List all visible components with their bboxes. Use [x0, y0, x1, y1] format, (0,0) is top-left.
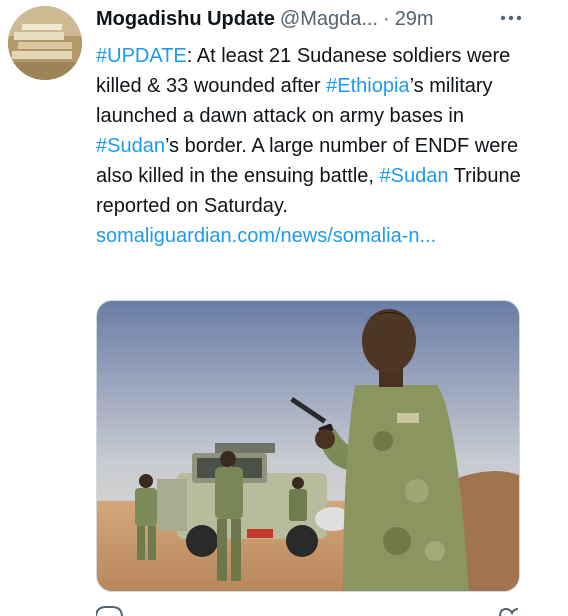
hashtag-sudan-2[interactable]: #Sudan: [380, 165, 449, 187]
hashtag-sudan[interactable]: #Sudan: [96, 135, 165, 157]
more-options-icon[interactable]: [496, 6, 526, 30]
hashtag-ethiopia[interactable]: #Ethiopia: [326, 75, 409, 97]
author-display-name[interactable]: Mogadishu Update: [96, 8, 275, 31]
timestamp[interactable]: 29m: [395, 8, 434, 31]
article-link[interactable]: somaliguardian.com/news/somalia-n...: [96, 221, 536, 251]
author-handle[interactable]: @Magda...: [280, 8, 378, 31]
tweet-actions: [95, 604, 520, 616]
tweet-header: Mogadishu Update @Magda... · 29m: [96, 8, 526, 38]
avatar[interactable]: [8, 6, 82, 80]
like-icon: [499, 607, 519, 616]
tweet-media-photo[interactable]: [96, 300, 520, 592]
tweet-text: #UPDATE: At least 21 Sudanese soldiers w…: [96, 41, 536, 251]
separator-dot: ·: [383, 8, 390, 30]
reply-icon: [95, 606, 123, 616]
hashtag-update[interactable]: #UPDATE: [96, 45, 187, 67]
